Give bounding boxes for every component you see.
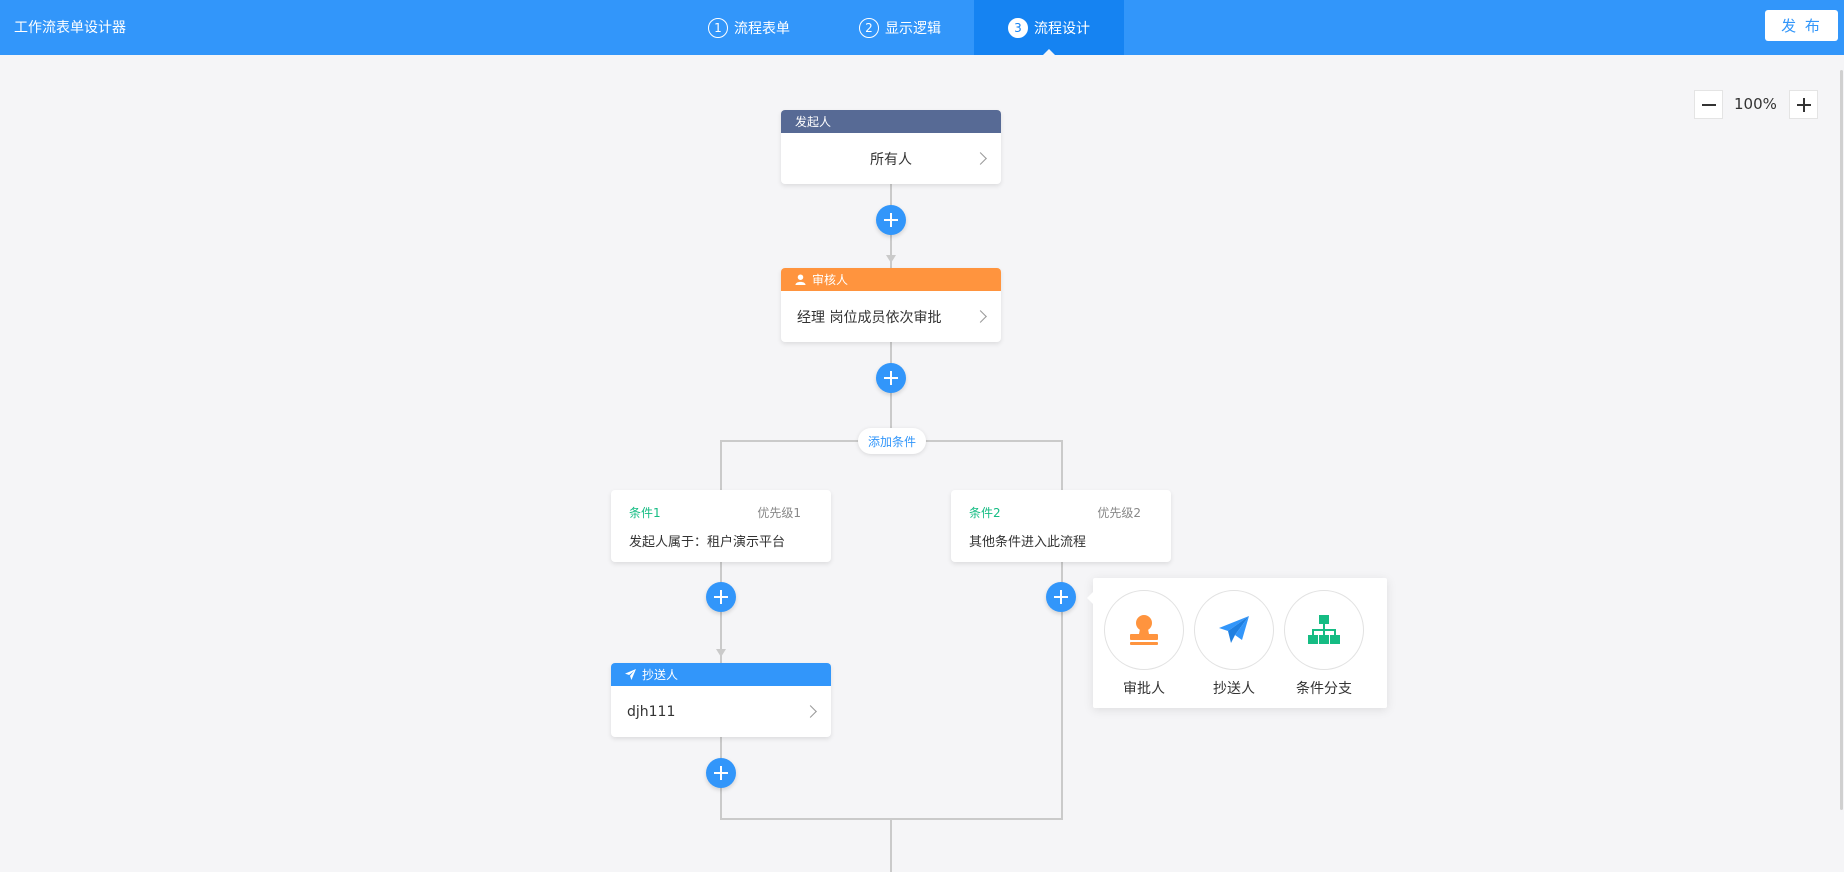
app-title: 工作流表单设计器 xyxy=(14,20,126,36)
step-display-logic[interactable]: 2 显示逻辑 xyxy=(859,0,941,55)
node-body: 所有人 xyxy=(781,133,1001,184)
zoom-level: 100% xyxy=(1734,95,1777,113)
node-body: djh111 xyxy=(611,686,831,737)
node-header-label: 审核人 xyxy=(812,273,849,287)
add-node-button[interactable] xyxy=(706,758,736,788)
stamp-icon xyxy=(1130,615,1158,645)
top-bar: 工作流表单设计器 1 流程表单 2 显示逻辑 3 流程设计 发 布 xyxy=(0,0,1844,55)
minus-icon xyxy=(1701,103,1716,106)
node-header-label: 发起人 xyxy=(795,115,832,129)
node-header-label: 抄送人 xyxy=(642,668,679,682)
connector-line xyxy=(890,818,892,872)
condition-card-1[interactable]: 条件1 优先级1 发起人属于：租户演示平台 xyxy=(611,490,831,562)
condition-description: 发起人属于：租户演示平台 xyxy=(629,535,786,550)
node-content: djh111 xyxy=(627,703,676,720)
initiator-node[interactable]: 发起人 所有人 xyxy=(781,110,1001,184)
condition-priority: 优先级2 xyxy=(1097,506,1141,520)
publish-button[interactable]: 发 布 xyxy=(1765,10,1838,41)
condition-priority: 优先级1 xyxy=(757,506,801,520)
user-icon xyxy=(795,274,806,285)
send-icon xyxy=(625,669,636,680)
add-node-button[interactable] xyxy=(876,205,906,235)
add-condition-button[interactable]: 添加条件 xyxy=(858,428,926,454)
popover-item-label: 抄送人 xyxy=(1213,681,1255,697)
node-content: 经理 岗位成员依次审批 xyxy=(797,309,942,326)
condition-description: 其他条件进入此流程 xyxy=(969,535,1087,550)
zoom-out-button[interactable] xyxy=(1694,90,1723,119)
popover-icon-circle xyxy=(1194,590,1274,670)
popover-item-branch[interactable]: 条件分支 xyxy=(1284,590,1364,698)
node-content: 所有人 xyxy=(870,151,912,168)
node-header: 发起人 xyxy=(781,110,1001,133)
chevron-right-icon xyxy=(974,151,987,165)
add-node-popover: 审批人 抄送人 条件分支 xyxy=(1087,578,1387,708)
node-body: 经理 岗位成员依次审批 xyxy=(781,291,1001,342)
popover-icon-circle xyxy=(1104,590,1184,670)
vertical-scrollbar[interactable] xyxy=(1840,70,1843,810)
popover-item-label: 条件分支 xyxy=(1296,681,1352,697)
condition-title: 条件1 xyxy=(629,506,661,520)
cc-node[interactable]: 抄送人 djh111 xyxy=(611,663,831,737)
popover-item-label: 审批人 xyxy=(1123,681,1165,697)
add-node-button[interactable] xyxy=(1046,582,1076,612)
popover-item-approver[interactable]: 审批人 xyxy=(1104,590,1184,698)
add-node-button[interactable] xyxy=(706,582,736,612)
step-label: 流程设计 xyxy=(1034,20,1090,37)
branch-icon xyxy=(1308,615,1340,644)
paper-plane-icon xyxy=(1219,616,1249,643)
popover-icon-circle xyxy=(1284,590,1364,670)
condition-card-2[interactable]: 条件2 优先级2 其他条件进入此流程 xyxy=(951,490,1171,562)
chevron-right-icon xyxy=(974,309,987,323)
plus-icon xyxy=(1796,97,1811,112)
step-label: 流程表单 xyxy=(734,20,790,37)
node-header: 抄送人 xyxy=(611,663,831,686)
step-label: 显示逻辑 xyxy=(885,20,941,37)
add-node-button[interactable] xyxy=(876,363,906,393)
step-number: 1 xyxy=(708,17,728,38)
connector-arrow xyxy=(716,649,726,657)
node-header: 审核人 xyxy=(781,268,1001,291)
step-number: 3 xyxy=(1008,17,1028,38)
approver-node[interactable]: 审核人 经理 岗位成员依次审批 xyxy=(781,268,1001,342)
step-form[interactable]: 1 流程表单 xyxy=(708,0,790,55)
zoom-in-button[interactable] xyxy=(1789,90,1818,119)
step-number: 2 xyxy=(859,17,879,38)
popover-item-cc[interactable]: 抄送人 xyxy=(1194,590,1274,698)
condition-title: 条件2 xyxy=(969,506,1001,520)
connector-arrow xyxy=(886,255,896,263)
step-flow-design[interactable]: 3 流程设计 xyxy=(974,0,1124,55)
chevron-right-icon xyxy=(804,704,817,718)
